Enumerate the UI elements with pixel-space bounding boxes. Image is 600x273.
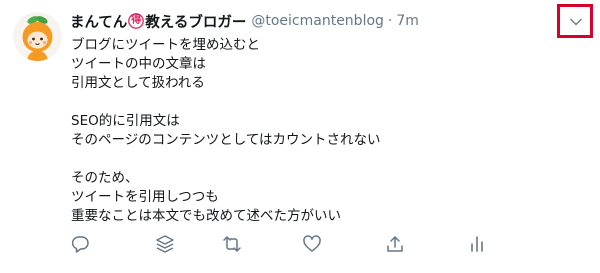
thread-stack-icon	[156, 235, 174, 253]
tweet-text-line: そのため、	[71, 170, 139, 186]
tweet-text-line: ツイートの中の文章は	[71, 56, 206, 72]
like-icon	[303, 235, 321, 252]
tweet-card: まんてん 得 教えるブロガー @toeicmantenblog · 7m ブログ…	[0, 0, 600, 273]
share-icon	[387, 236, 403, 252]
badge-char: 得	[131, 15, 142, 26]
analytics-icon	[471, 236, 483, 252]
tweet-action-bar	[0, 234, 600, 258]
tweet-text-line: 重要なことは本文でも改めて述べた方がいい	[71, 208, 341, 224]
display-name-part2[interactable]: 教えるブロガー	[145, 11, 246, 32]
tweet-menu-button[interactable]	[557, 4, 593, 38]
tweet-text-line: SEO的に引用文は	[71, 113, 180, 129]
tweet-text-line: 引用文として扱われる	[71, 75, 205, 91]
tweet-text-line: ブログにツイートを埋め込むと	[71, 37, 260, 53]
tweet-header: まんてん 得 教えるブロガー @toeicmantenblog · 7m	[70, 11, 419, 31]
tweet-text-line: ツイートを引用しつつも	[71, 189, 219, 205]
separator-dot: ·	[387, 13, 393, 29]
share-button[interactable]	[385, 234, 405, 254]
like-button[interactable]	[302, 234, 322, 254]
retweet-button[interactable]	[222, 234, 242, 254]
tweet-text: ブログにツイートを埋め込むと ツイートの中の文章は 引用文として扱われる SEO…	[71, 36, 541, 226]
tweet-text-line: そのページのコンテンツとしてはカウントされない	[71, 132, 381, 148]
chevron-down-icon	[570, 18, 582, 26]
avatar[interactable]	[13, 12, 62, 61]
retweet-icon	[223, 236, 241, 252]
orange-character-avatar-icon	[13, 12, 62, 61]
display-name-part1[interactable]: まんてん	[70, 11, 127, 32]
user-handle[interactable]: @toeicmantenblog	[251, 13, 384, 29]
timestamp[interactable]: 7m	[396, 13, 419, 29]
analytics-button[interactable]	[467, 234, 487, 254]
thread-button[interactable]	[155, 234, 175, 254]
tokuten-badge-icon: 得	[128, 13, 145, 29]
reply-icon	[71, 236, 89, 253]
tweet-text-line	[71, 93, 541, 112]
reply-button[interactable]	[70, 234, 90, 254]
tweet-text-line	[71, 150, 541, 169]
